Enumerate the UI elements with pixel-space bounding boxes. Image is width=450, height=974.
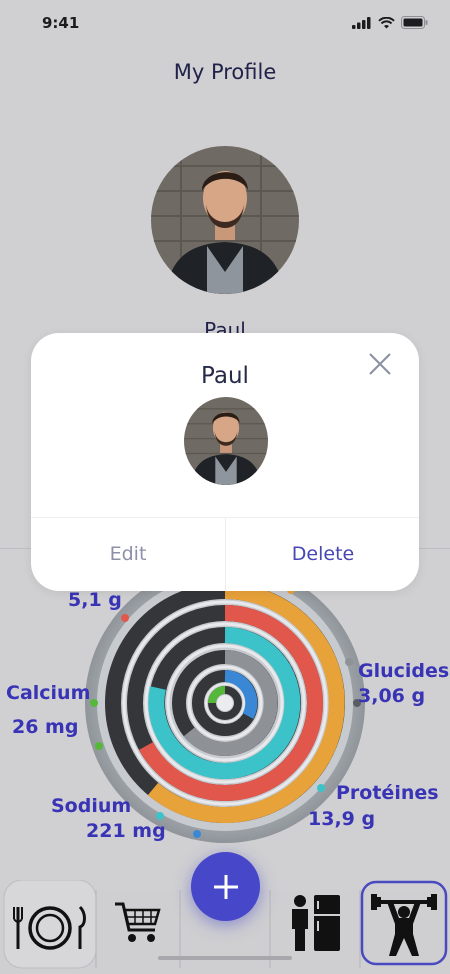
glucides-label: Glucides [358, 660, 450, 682]
sodium-value: 221 mg [86, 820, 166, 842]
modal-name: Paul [201, 363, 249, 389]
proteines-label: Protéines [336, 782, 439, 804]
delete-button[interactable]: Delete [226, 517, 420, 591]
top-left-nutrient-value: 5,1 g [68, 589, 122, 611]
calcium-label: Calcium [6, 682, 91, 704]
proteines-value: 13,9 g [308, 808, 376, 830]
shopping-cart-icon [115, 902, 161, 942]
edit-button[interactable]: Edit [31, 517, 225, 591]
weightlifter-icon [371, 894, 437, 956]
close-icon [369, 353, 391, 375]
cellular-signal-icon [352, 16, 371, 29]
calcium-value: 26 mg [12, 716, 79, 738]
profile-screen: 9:41 My Profile Paul 5,1 g Calcium 26 mg… [0, 0, 450, 974]
modal-avatar [184, 397, 268, 485]
plate-cutlery-icon [13, 905, 86, 950]
fridge-person-icon [292, 895, 340, 951]
status-bar: 9:41 [0, 10, 450, 38]
profile-modal: Paul Edit Delete [31, 333, 419, 591]
tab-shopping[interactable] [98, 892, 178, 954]
wifi-icon [378, 16, 395, 28]
page-title: My Profile [173, 60, 277, 84]
tab-fridge[interactable] [272, 890, 358, 956]
status-icons [352, 16, 428, 29]
plus-icon [213, 874, 238, 899]
battery-icon [401, 16, 428, 29]
tab-workout[interactable] [364, 886, 444, 962]
home-indicator [158, 956, 292, 960]
glucides-value: 3,06 g [358, 685, 426, 707]
close-button[interactable] [367, 351, 393, 377]
status-time: 9:41 [42, 14, 80, 32]
sodium-label: Sodium [51, 795, 132, 817]
tab-meals[interactable] [6, 892, 94, 964]
add-button[interactable] [191, 852, 260, 921]
profile-avatar[interactable] [151, 146, 299, 294]
